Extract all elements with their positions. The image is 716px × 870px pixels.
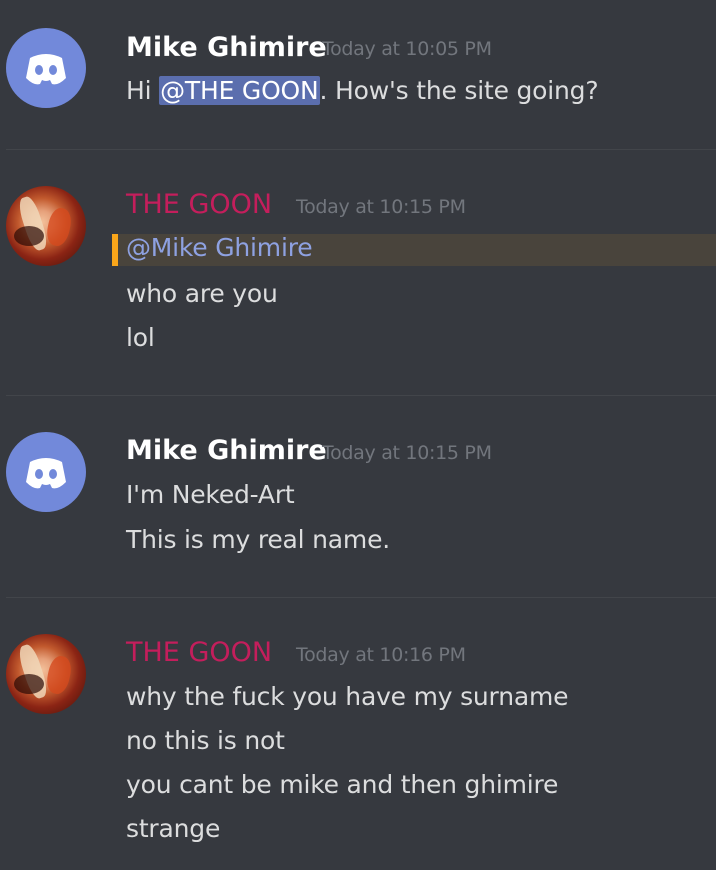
message-line: who are you [126,279,278,308]
avatar-the-goon[interactable] [6,634,86,714]
message-timestamp: Today at 10:15 PM [322,442,492,464]
message-timestamp: Today at 10:05 PM [322,38,492,60]
message-line: This is my real name. [126,525,391,554]
message-divider [6,149,716,150]
message-line: no this is not [126,726,285,755]
message-text: . How's the site going? [319,76,599,105]
message-author[interactable]: THE GOON [126,637,272,668]
message-author[interactable]: Mike Ghimire [126,435,327,466]
avatar-mike-ghimire[interactable] [6,28,86,108]
message-divider [6,597,716,598]
message-timestamp: Today at 10:16 PM [296,644,466,666]
message-line: strange [126,814,221,843]
message-line: lol [126,323,155,352]
user-mention[interactable]: @Mike Ghimire [126,233,313,262]
message-line: Hi @THE GOON. How's the site going? [126,76,599,105]
avatar-the-goon[interactable] [6,186,86,266]
message-timestamp: Today at 10:15 PM [296,196,466,218]
message-divider [6,395,716,396]
message-author[interactable]: Mike Ghimire [126,32,327,63]
mention-indicator-bar [112,234,118,266]
message-text: Hi [126,76,160,105]
discord-logo-icon [26,458,66,489]
discord-logo-icon [26,54,66,85]
avatar-mike-ghimire[interactable] [6,432,86,512]
mentioned-message-row: @Mike Ghimire [112,233,716,266]
message-line: why the fuck you have my surname [126,682,569,711]
message-line: I'm Neked-Art [126,480,295,509]
user-mention[interactable]: @THE GOON [159,76,320,105]
message-author[interactable]: THE GOON [126,189,272,220]
message-line: you cant be mike and then ghimire [126,770,559,799]
